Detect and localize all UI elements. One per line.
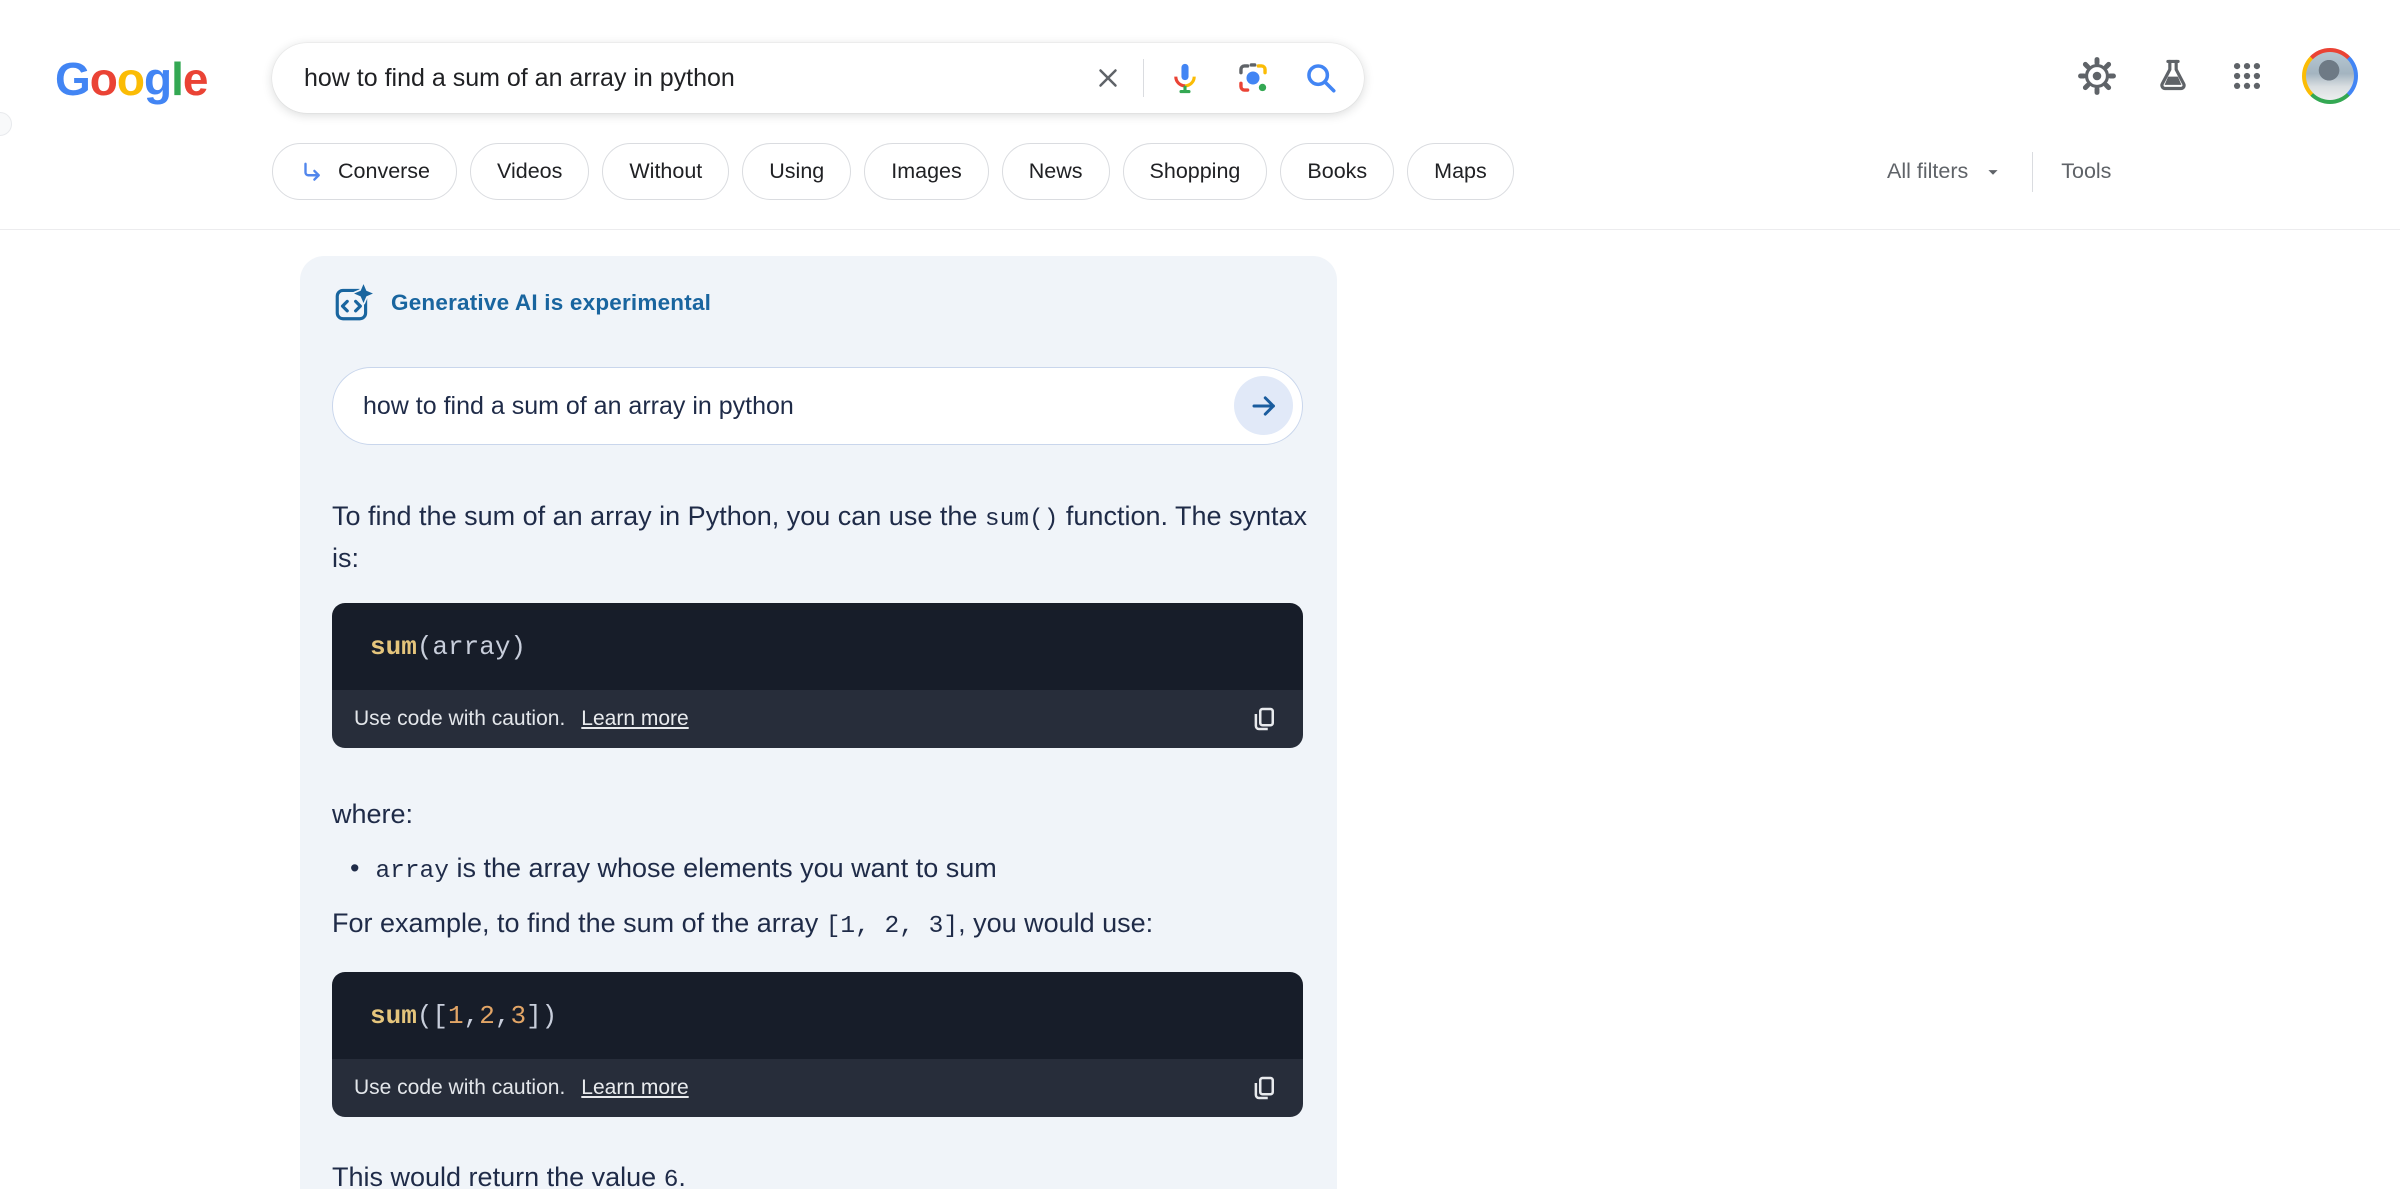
chip-label: Videos xyxy=(497,159,563,183)
chip-label: Books xyxy=(1307,159,1368,183)
filter-chip-books[interactable]: Books xyxy=(1280,143,1395,200)
filter-chip-using[interactable]: Using xyxy=(742,143,852,200)
answer-intro: To find the sum of an array in Python, y… xyxy=(332,501,1308,573)
experimental-label: Generative AI is experimental xyxy=(391,290,712,315)
filter-chip-converse[interactable]: Converse xyxy=(272,143,458,200)
google-logo[interactable]: Google xyxy=(55,52,208,106)
learn-more-link[interactable]: Learn more xyxy=(581,707,688,731)
inline-code: 6 xyxy=(663,1167,679,1189)
sge-query-text[interactable]: how to find a sum of an array in python xyxy=(363,392,794,421)
chip-label: News xyxy=(1028,159,1083,183)
lens-icon[interactable] xyxy=(1236,61,1270,95)
filter-chip-videos[interactable]: Videos xyxy=(470,143,590,200)
caution-text: Use code with caution. xyxy=(354,707,566,730)
code-snippet: sum (array) xyxy=(332,603,1303,690)
all-filters-button[interactable]: All filters xyxy=(1887,159,2004,184)
avatar-photo xyxy=(2306,52,2354,100)
filter-chip-without[interactable]: Without xyxy=(602,143,730,200)
copy-code-icon[interactable] xyxy=(1249,1073,1279,1103)
search-bar-divider xyxy=(1143,59,1144,97)
account-avatar[interactable] xyxy=(2302,48,2358,104)
chip-label: Using xyxy=(769,159,825,183)
converse-arrow-icon xyxy=(299,159,325,185)
sge-query-box[interactable]: how to find a sum of an array in python xyxy=(332,367,1303,445)
chip-label: Shopping xyxy=(1149,159,1241,183)
tools-button[interactable]: Tools xyxy=(2061,159,2111,184)
code-block-syntax: sum (array) Use code with caution. Learn … xyxy=(332,603,1303,748)
filter-chip-news[interactable]: News xyxy=(1001,143,1110,200)
generative-ai-panel: Generative AI is experimental how to fin… xyxy=(300,256,1337,1189)
inline-code: [1, 2, 3] xyxy=(825,913,959,940)
chip-label: Without xyxy=(629,159,703,183)
answer-example: For example, to find the sum of the arra… xyxy=(332,908,1154,940)
chip-label: Maps xyxy=(1434,159,1487,183)
voice-search-icon[interactable] xyxy=(1168,61,1202,95)
clear-icon[interactable] xyxy=(1093,63,1123,93)
search-filter-chips: Converse Videos Without Using Images New… xyxy=(272,143,1514,200)
search-bar[interactable]: how to find a sum of an array in python xyxy=(272,43,1364,113)
code-snippet: sum([1, 2, 3]) xyxy=(332,972,1303,1059)
google-search-page: Google how to find a sum of an array in … xyxy=(0,0,2400,1189)
bullet-item: • array is the array whose elements you … xyxy=(350,849,1310,891)
code-footer: Use code with caution. Learn more xyxy=(332,690,1303,748)
sge-header: Generative AI is experimental xyxy=(332,282,711,324)
copy-code-icon[interactable] xyxy=(1249,704,1279,734)
submit-query-button[interactable] xyxy=(1234,376,1293,435)
bullet-marker: • xyxy=(350,853,360,883)
settings-gear-icon[interactable] xyxy=(2078,57,2116,95)
chip-label: Images xyxy=(891,159,962,183)
generative-ai-icon xyxy=(332,282,374,324)
filters-tools: All filters Tools xyxy=(1887,143,2111,200)
header-actions xyxy=(2078,48,2358,104)
caution-text: Use code with caution. xyxy=(354,1076,566,1099)
search-icon[interactable] xyxy=(1304,61,1338,95)
inline-code: array xyxy=(375,858,449,885)
where-label: where: xyxy=(332,799,414,829)
code-block-example: sum([1, 2, 3]) Use code with caution. Le… xyxy=(332,972,1303,1117)
filter-chip-shopping[interactable]: Shopping xyxy=(1122,143,1268,200)
search-input[interactable]: how to find a sum of an array in python xyxy=(304,64,1093,93)
labs-flask-icon[interactable] xyxy=(2154,57,2192,95)
side-panel-edge-tab[interactable] xyxy=(0,112,12,136)
apps-grid-icon[interactable] xyxy=(2230,59,2264,93)
filter-chip-maps[interactable]: Maps xyxy=(1407,143,1514,200)
chevron-down-icon xyxy=(1982,161,2004,183)
filters-divider xyxy=(2032,151,2034,192)
learn-more-link[interactable]: Learn more xyxy=(581,1076,688,1100)
filter-chip-images[interactable]: Images xyxy=(864,143,989,200)
code-footer: Use code with caution. Learn more xyxy=(332,1059,1303,1117)
answer-result: This would return the value 6. xyxy=(332,1158,1322,1189)
header-divider xyxy=(0,229,2400,230)
inline-code: sum() xyxy=(984,506,1059,533)
chip-label: Converse xyxy=(338,159,431,183)
all-filters-label: All filters xyxy=(1887,159,1969,183)
